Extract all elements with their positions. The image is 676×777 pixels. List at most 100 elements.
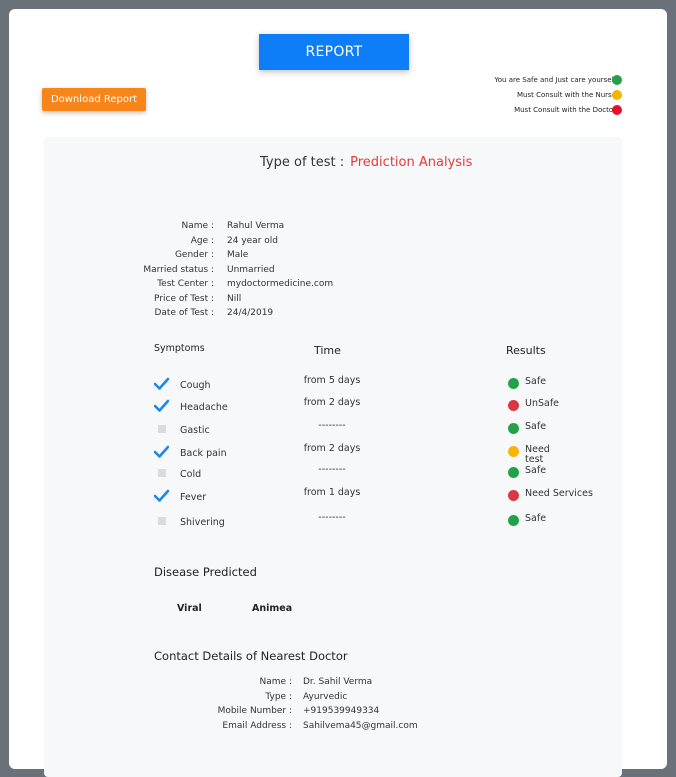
report-panel: Type of test : Prediction Analysis Name :… — [44, 137, 622, 777]
symptom-name: Headache — [180, 402, 228, 413]
empty-checkbox-icon[interactable] — [158, 517, 166, 525]
info-row: Type : Ayurvedic — [173, 692, 493, 707]
legend-text: Must Consult with the Nurse — [517, 90, 616, 99]
test-type-value: Prediction Analysis — [350, 155, 473, 170]
disease-title: Disease Predicted — [154, 565, 257, 579]
symptom-row: Fever from 1 days Need Services — [44, 487, 622, 507]
checkmark-icon[interactable] — [153, 399, 170, 413]
info-row: Mobile Number : +919539949334 — [173, 706, 493, 721]
status-legend: You are Safe and Just care yourself Must … — [494, 72, 622, 117]
info-value: +919539949334 — [303, 706, 380, 716]
symptom-name: Cold — [180, 469, 202, 480]
download-report-button[interactable]: Download Report — [42, 88, 146, 111]
symptom-result: Safe — [525, 465, 547, 476]
legend-item: Must Consult with the Doctor — [494, 102, 622, 117]
symptom-row: Back pain from 2 days Need test — [44, 443, 622, 465]
status-dot-icon — [508, 490, 519, 501]
symptom-name: Shivering — [180, 517, 225, 528]
status-dot-icon — [508, 400, 519, 411]
symptom-result: Need Services — [525, 488, 593, 499]
status-dot-icon — [612, 104, 622, 115]
symptom-row: Cold -------- Safe — [44, 464, 622, 484]
symptom-result: UnSafe — [525, 398, 560, 409]
info-label: Gender : — [174, 250, 214, 260]
info-label: Mobile Number : — [217, 706, 292, 716]
info-label: Age : — [190, 235, 214, 246]
checkmark-icon[interactable] — [153, 489, 170, 503]
contact-title: Contact Details of Nearest Doctor — [154, 649, 348, 663]
info-value: Rahul Verma — [227, 221, 285, 231]
status-dot-icon — [612, 89, 622, 100]
symptom-row: Shivering -------- Safe — [44, 512, 622, 532]
symptom-duration: from 5 days — [303, 375, 361, 386]
disease-item: Viral — [177, 603, 202, 614]
checkmark-icon[interactable] — [153, 445, 170, 459]
time-header: Time — [314, 344, 341, 357]
info-value: mydoctormedicine.com — [227, 279, 334, 289]
symptom-name: Back pain — [180, 448, 227, 459]
symptom-row: Cough from 5 days Safe — [44, 375, 622, 395]
legend-item: Must Consult with the Nurse — [494, 87, 622, 102]
status-dot-icon — [508, 423, 519, 434]
test-type: Type of test : Prediction Analysis — [260, 155, 472, 170]
info-row: Gender : Male — [94, 250, 394, 265]
legend-text: Must Consult with the Doctor — [514, 105, 616, 114]
info-value: Sahilvema45@gmail.com — [303, 720, 418, 731]
legend-item: You are Safe and Just care yourself — [494, 72, 622, 87]
symptoms-header: Symptoms — [154, 343, 205, 354]
info-row: Married status : Unmarried — [94, 265, 394, 280]
info-row: Name : Rahul Verma — [94, 221, 394, 236]
info-label: Date of Test : — [154, 308, 214, 318]
status-dot-icon — [612, 74, 622, 85]
info-value: Dr. Sahil Verma — [303, 677, 373, 687]
symptom-duration: -------- — [318, 512, 346, 523]
report-button[interactable]: REPORT — [259, 34, 409, 70]
info-value: Ayurvedic — [303, 691, 348, 702]
info-value: Unmarried — [227, 264, 275, 275]
contact-info: Name : Dr. Sahil Verma Type : Ayurvedic Mobi… — [173, 677, 493, 735]
info-row: Date of Test : 24/4/2019 — [94, 308, 394, 323]
info-row: Email Address : Sahilvema45@gmail.com — [173, 721, 493, 736]
info-value: 24/4/2019 — [227, 308, 274, 318]
symptom-duration: -------- — [318, 420, 346, 431]
info-value: 24 year old — [227, 235, 278, 246]
symptom-result: Need test — [525, 444, 550, 465]
symptom-result: Safe — [525, 376, 547, 387]
info-label: Name : — [259, 677, 292, 687]
legend-text: You are Safe and Just care yourself — [494, 75, 616, 84]
info-label: Test Center : — [157, 279, 214, 289]
test-type-label: Type of test : — [260, 155, 345, 170]
info-label: Name : — [181, 221, 214, 231]
symptom-name: Cough — [180, 380, 211, 391]
symptom-duration: from 1 days — [303, 487, 361, 498]
symptom-result: Safe — [525, 421, 547, 432]
symptom-name: Gastic — [180, 425, 210, 436]
info-value: Male — [227, 250, 249, 260]
info-row: Price of Test : Nill — [94, 294, 394, 309]
symptom-row: Gastic -------- Safe — [44, 420, 622, 440]
patient-info: Name : Rahul Verma Age : 24 year old Gender … — [94, 221, 394, 323]
empty-checkbox-icon[interactable] — [158, 425, 166, 433]
checkmark-icon[interactable] — [153, 377, 170, 391]
status-dot-icon — [508, 446, 519, 457]
info-value: Nill — [227, 293, 242, 304]
info-label: Price of Test : — [154, 293, 214, 304]
info-label: Married status : — [143, 264, 214, 275]
disease-item: Animea — [252, 603, 293, 614]
symptom-duration: -------- — [318, 464, 346, 475]
info-label: Email Address : — [222, 720, 292, 731]
symptom-name: Fever — [180, 492, 207, 503]
info-row: Age : 24 year old — [94, 236, 394, 251]
info-row: Name : Dr. Sahil Verma — [173, 677, 493, 692]
symptom-duration: from 2 days — [303, 397, 361, 408]
symptom-row: Headache from 2 days UnSafe — [44, 397, 622, 417]
status-dot-icon — [508, 467, 519, 478]
status-dot-icon — [508, 515, 519, 526]
empty-checkbox-icon[interactable] — [158, 469, 166, 477]
symptom-duration: from 2 days — [303, 443, 361, 454]
results-header: Results — [506, 344, 546, 357]
report-card: REPORT Download Report You are Safe and … — [9, 9, 667, 777]
info-label: Type : — [265, 691, 292, 702]
info-row: Test Center : mydoctormedicine.com — [94, 279, 394, 294]
status-dot-icon — [508, 378, 519, 389]
